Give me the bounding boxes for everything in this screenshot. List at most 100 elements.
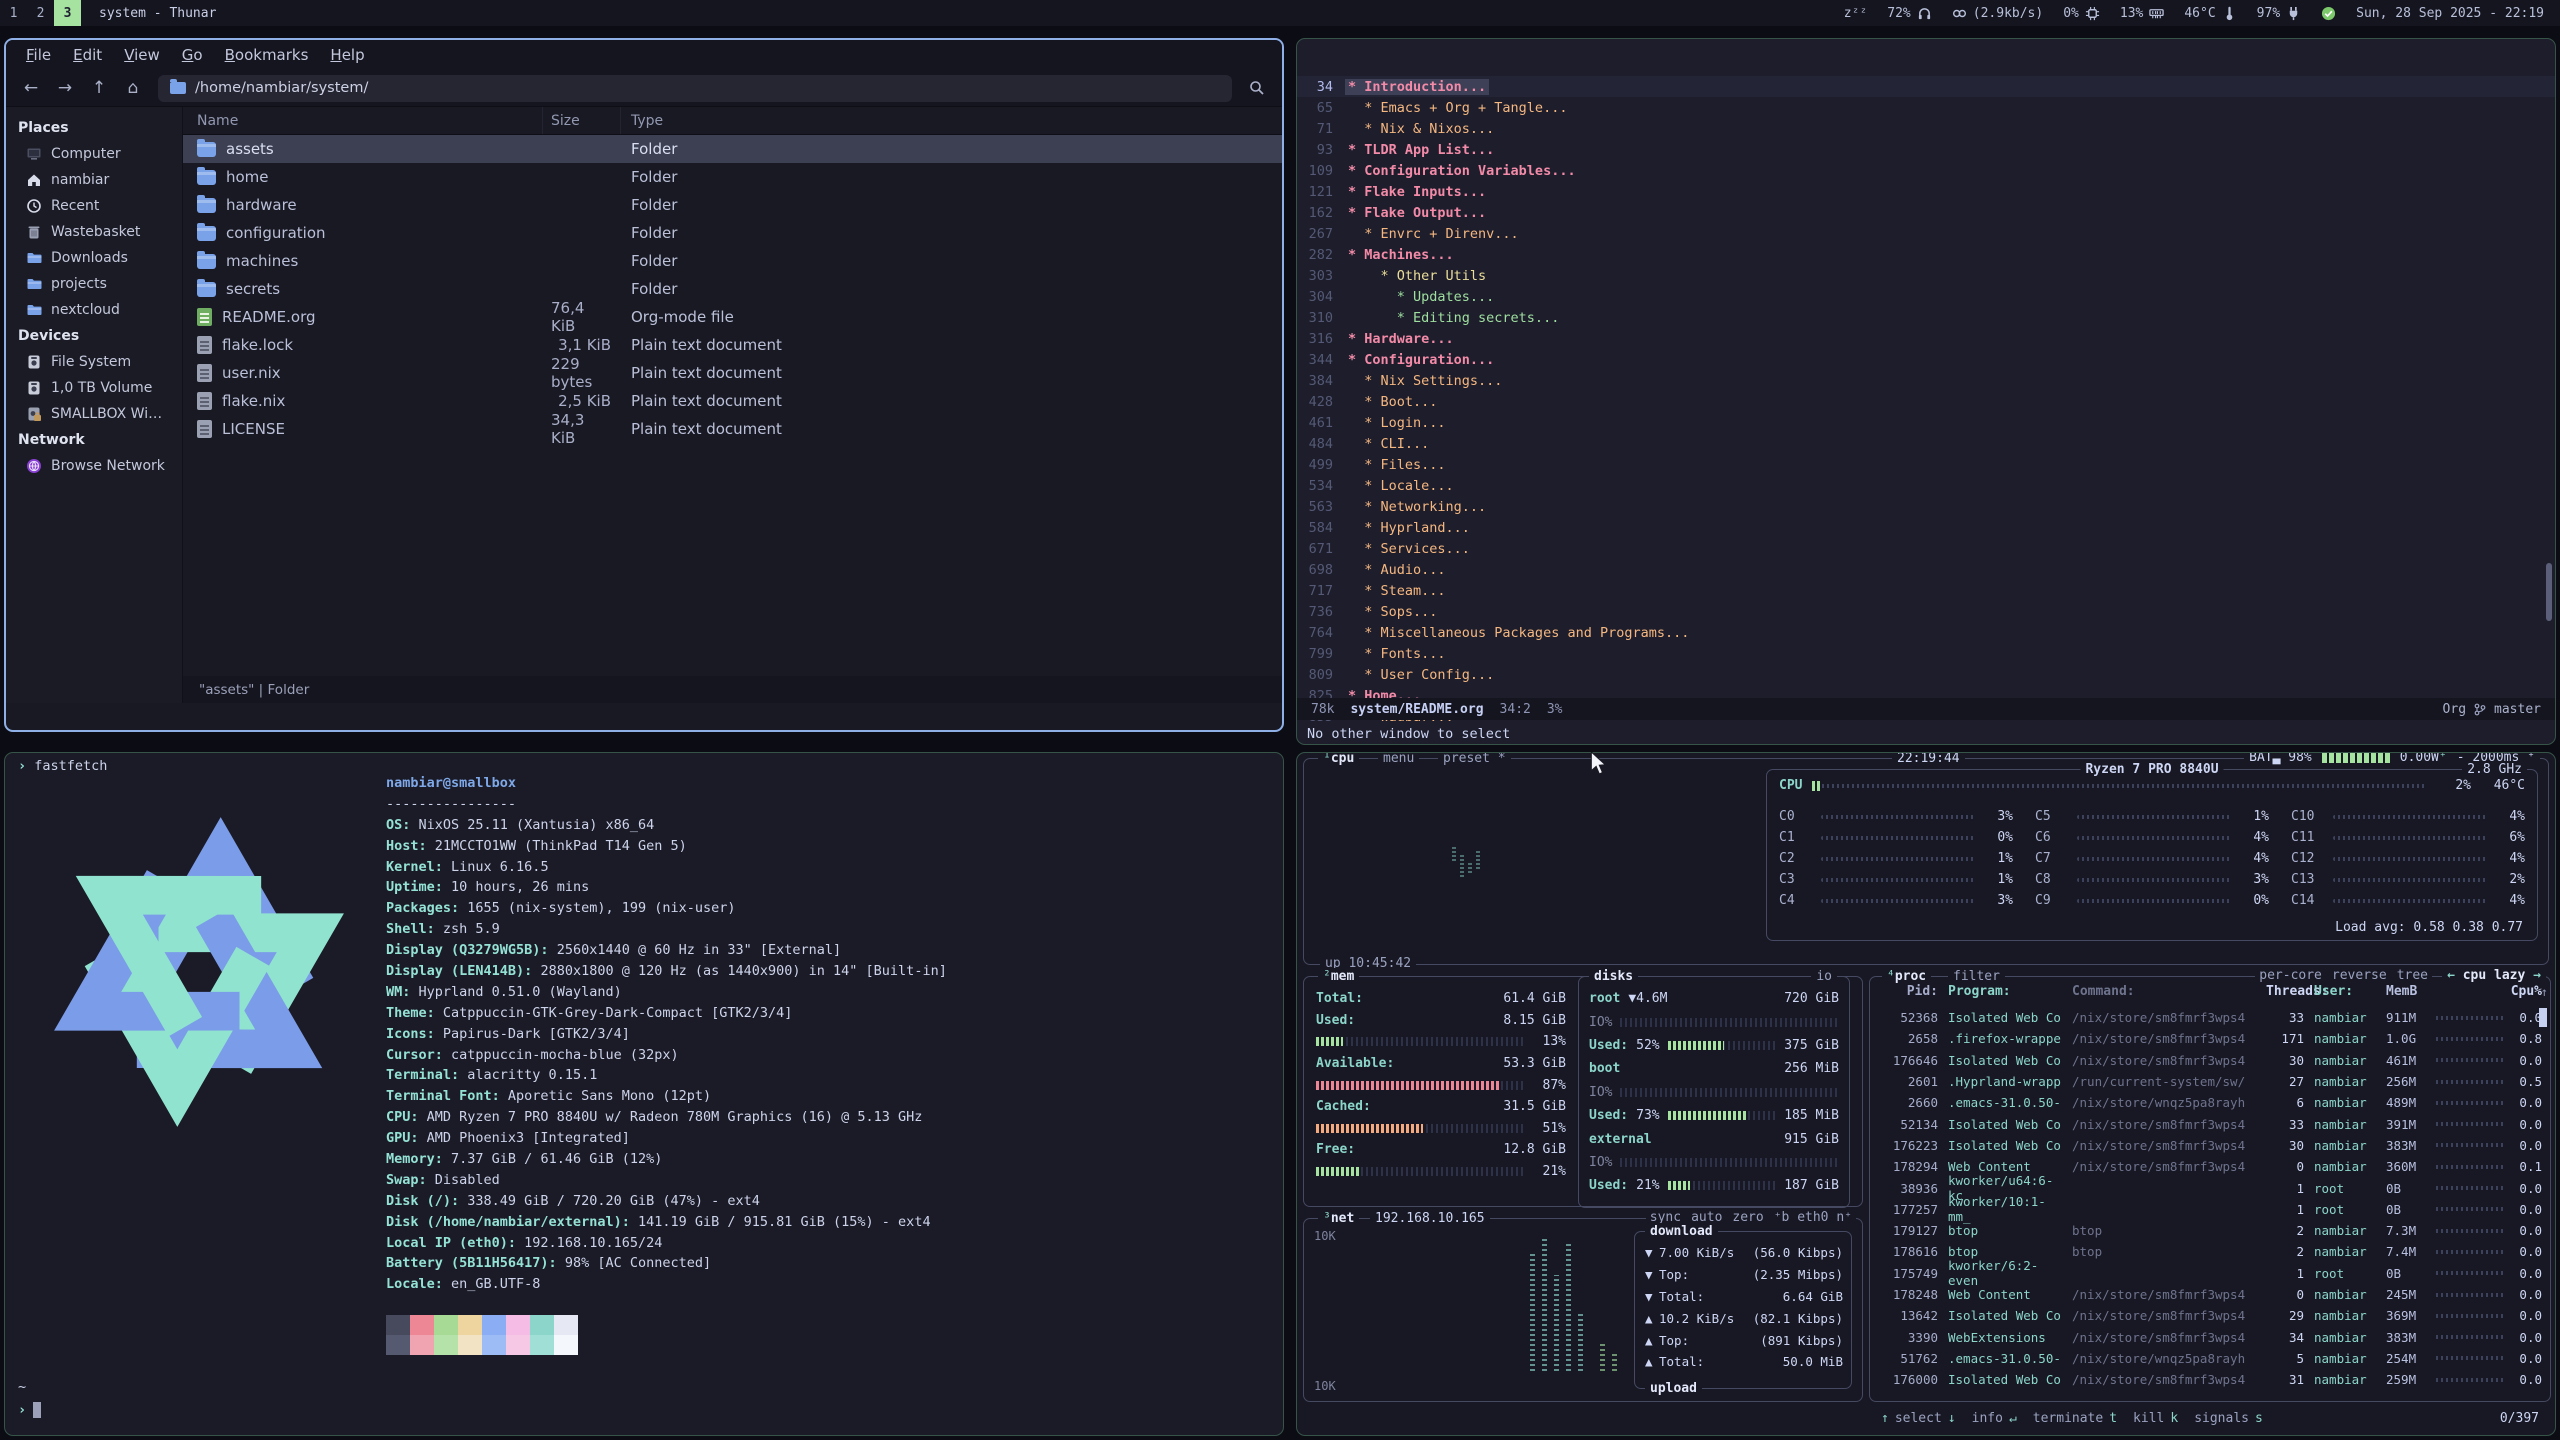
net-box-title[interactable]: ³net	[1318, 1210, 1359, 1227]
disks-box-title[interactable]: disks	[1594, 969, 1633, 984]
process-row[interactable]: 3390 WebExtensions /nix/store/sm8fmrf3wp…	[1878, 1326, 2542, 1347]
org-heading-line[interactable]: 71 * Nix & Nixos...	[1297, 118, 2555, 139]
process-row[interactable]: 2601 .Hyprland-wrapp /run/current-system…	[1878, 1071, 2542, 1092]
process-row[interactable]: 2658 .firefox-wrappe /nix/store/sm8fmrf3…	[1878, 1028, 2542, 1049]
org-heading-line[interactable]: 303 * Other Utils	[1297, 265, 2555, 286]
io-mode-button[interactable]: io	[1811, 968, 1837, 985]
menu-item[interactable]: Go	[172, 43, 213, 67]
org-heading-line[interactable]: 428 * Boot...	[1297, 391, 2555, 412]
process-row[interactable]: 178248 Web Content /nix/store/sm8fmrf3wp…	[1878, 1284, 2542, 1305]
emacs-scrollbar-thumb[interactable]	[2546, 563, 2552, 621]
org-heading-line[interactable]: 534 * Locale...	[1297, 475, 2555, 496]
org-heading-line[interactable]: 736 * Sops...	[1297, 601, 2555, 622]
status-item[interactable]: zᶻᶻ	[1844, 6, 1867, 21]
menu-button[interactable]: menu	[1378, 752, 1419, 767]
net-button[interactable]: zero	[1732, 1210, 1763, 1225]
file-row[interactable]: flake.nix 2,5 KiB Plain text document	[183, 387, 1282, 415]
process-row[interactable]: 176646 Isolated Web Co /nix/store/sm8fmr…	[1878, 1050, 2542, 1071]
org-heading-line[interactable]: 267 * Envrc + Direnv...	[1297, 223, 2555, 244]
process-row[interactable]: 51762 .emacs-31.0.50- /nix/store/wnqz5pa…	[1878, 1348, 2542, 1369]
process-row[interactable]: 175749 kworker/6:2-even 1 root 0B 0.0	[1878, 1263, 2542, 1284]
shell-prompt[interactable]: ›	[18, 1402, 41, 1418]
process-row[interactable]: 2660 .emacs-31.0.50- /nix/store/wnqz5pa8…	[1878, 1092, 2542, 1113]
sidebar-item[interactable]: Browse Network	[6, 453, 182, 479]
workspace-button[interactable]: 3	[54, 0, 81, 26]
menu-item[interactable]: File	[16, 43, 61, 67]
status-item[interactable]: (2.9kb/s)	[1952, 6, 2043, 21]
status-item[interactable]: 72%	[1887, 6, 1931, 21]
menu-item[interactable]: Bookmarks	[215, 43, 319, 67]
org-heading-line[interactable]: 65 * Emacs + Org + Tangle...	[1297, 97, 2555, 118]
process-row[interactable]: 52368 Isolated Web Co /nix/store/sm8fmrf…	[1878, 1007, 2542, 1028]
path-bar[interactable]: /home/nambiar/system/	[158, 75, 1232, 102]
mem-box-title[interactable]: ²mem	[1318, 968, 1359, 985]
file-row[interactable]: configuration Folder	[183, 219, 1282, 247]
file-row[interactable]: machines Folder	[183, 247, 1282, 275]
sidebar-item[interactable]: projects	[6, 271, 182, 297]
sidebar-item[interactable]: Network	[6, 427, 182, 453]
proc-scrollbar-thumb[interactable]	[2539, 1008, 2547, 1027]
sidebar-item[interactable]: Devices	[6, 323, 182, 349]
org-heading-line[interactable]: 109 * Configuration Variables...	[1297, 160, 2555, 181]
org-heading-line[interactable]: 344 * Configuration...	[1297, 349, 2555, 370]
menu-item[interactable]: Help	[320, 43, 374, 67]
process-row[interactable]: 177257 kworker/10:1-mm_ 1 root 0B 0.0	[1878, 1199, 2542, 1220]
org-heading-line[interactable]: 671 * Services...	[1297, 538, 2555, 559]
org-heading-line[interactable]: 282 * Machines...	[1297, 244, 2555, 265]
proc-table-header[interactable]: Pid: Program: Command: Threads: User: Me…	[1878, 984, 2542, 999]
org-heading-line[interactable]: 34 * Introduction...	[1297, 76, 2555, 97]
org-heading-line[interactable]: 461 * Login...	[1297, 412, 2555, 433]
workspace-button[interactable]: 1	[0, 0, 27, 26]
home-button[interactable]: ⌂	[118, 74, 148, 102]
org-heading-line[interactable]: 499 * Files...	[1297, 454, 2555, 475]
org-heading-line[interactable]: 304 * Updates...	[1297, 286, 2555, 307]
workspace-button[interactable]: 2	[27, 0, 54, 26]
proc-button[interactable]: tree	[2397, 968, 2428, 983]
org-heading-line[interactable]: 93 * TLDR App List...	[1297, 139, 2555, 160]
proc-button[interactable]: per-core	[2259, 968, 2322, 983]
org-heading-line[interactable]: 563 * Networking...	[1297, 496, 2555, 517]
file-row[interactable]: flake.lock 3,1 KiB Plain text document	[183, 331, 1282, 359]
org-heading-line[interactable]: 799 * Fonts...	[1297, 643, 2555, 664]
sidebar-item[interactable]: File System	[6, 349, 182, 375]
process-row[interactable]: 52134 Isolated Web Co /nix/store/sm8fmrf…	[1878, 1113, 2542, 1134]
status-item[interactable]: 97%	[2257, 6, 2301, 21]
sidebar-item[interactable]: Downloads	[6, 245, 182, 271]
proc-box-title[interactable]: ⁴proc	[1882, 968, 1931, 985]
footer-keybind[interactable]: terminate t	[2033, 1411, 2117, 1426]
sidebar-item[interactable]: Computer	[6, 141, 182, 167]
column-header-type[interactable]: Type	[621, 113, 1282, 129]
org-heading-line[interactable]: 384 * Nix Settings...	[1297, 370, 2555, 391]
file-row[interactable]: user.nix 229 bytes Plain text document	[183, 359, 1282, 387]
file-row[interactable]: home Folder	[183, 163, 1282, 191]
sort-selector[interactable]: ← cpu lazy →	[2442, 968, 2546, 983]
filter-button[interactable]: filter	[1948, 968, 2005, 985]
status-item[interactable]	[2321, 6, 2336, 21]
org-heading-line[interactable]: 121 * Flake Inputs...	[1297, 181, 2555, 202]
menu-item[interactable]: View	[114, 43, 170, 67]
org-heading-line[interactable]: 584 * Hyprland...	[1297, 517, 2555, 538]
org-heading-line[interactable]: 484 * CLI...	[1297, 433, 2555, 454]
status-item[interactable]: Sun, 28 Sep 2025 - 22:19	[2356, 6, 2544, 21]
column-header-name[interactable]: Name	[183, 107, 543, 134]
file-row[interactable]: README.org 76,4 KiB Org-mode file	[183, 303, 1282, 331]
footer-keybind[interactable]: signals s	[2194, 1411, 2263, 1426]
file-row[interactable]: secrets Folder	[183, 275, 1282, 303]
file-row[interactable]: hardware Folder	[183, 191, 1282, 219]
back-button[interactable]: ←	[16, 74, 46, 102]
sidebar-item[interactable]: nambiar	[6, 167, 182, 193]
org-heading-line[interactable]: 717 * Steam...	[1297, 580, 2555, 601]
sidebar-item[interactable]: SMALLBOX Wi…	[6, 401, 182, 427]
up-button[interactable]: ↑	[84, 74, 114, 102]
org-heading-line[interactable]: 809 * User Config...	[1297, 664, 2555, 685]
org-heading-line[interactable]: 698 * Audio...	[1297, 559, 2555, 580]
preset-button[interactable]: preset *	[1438, 752, 1511, 767]
org-heading-line[interactable]: 162 * Flake Output...	[1297, 202, 2555, 223]
menu-item[interactable]: Edit	[63, 43, 112, 67]
net-button[interactable]: ⁺b eth0 n⁺	[1774, 1210, 1852, 1225]
sidebar-item[interactable]: Places	[6, 115, 182, 141]
sidebar-item[interactable]: Recent	[6, 193, 182, 219]
scroll-up-arrow[interactable]: ↑	[2541, 985, 2548, 999]
org-heading-line[interactable]: 310 * Editing secrets...	[1297, 307, 2555, 328]
process-row[interactable]: 176223 Isolated Web Co /nix/store/sm8fmr…	[1878, 1135, 2542, 1156]
